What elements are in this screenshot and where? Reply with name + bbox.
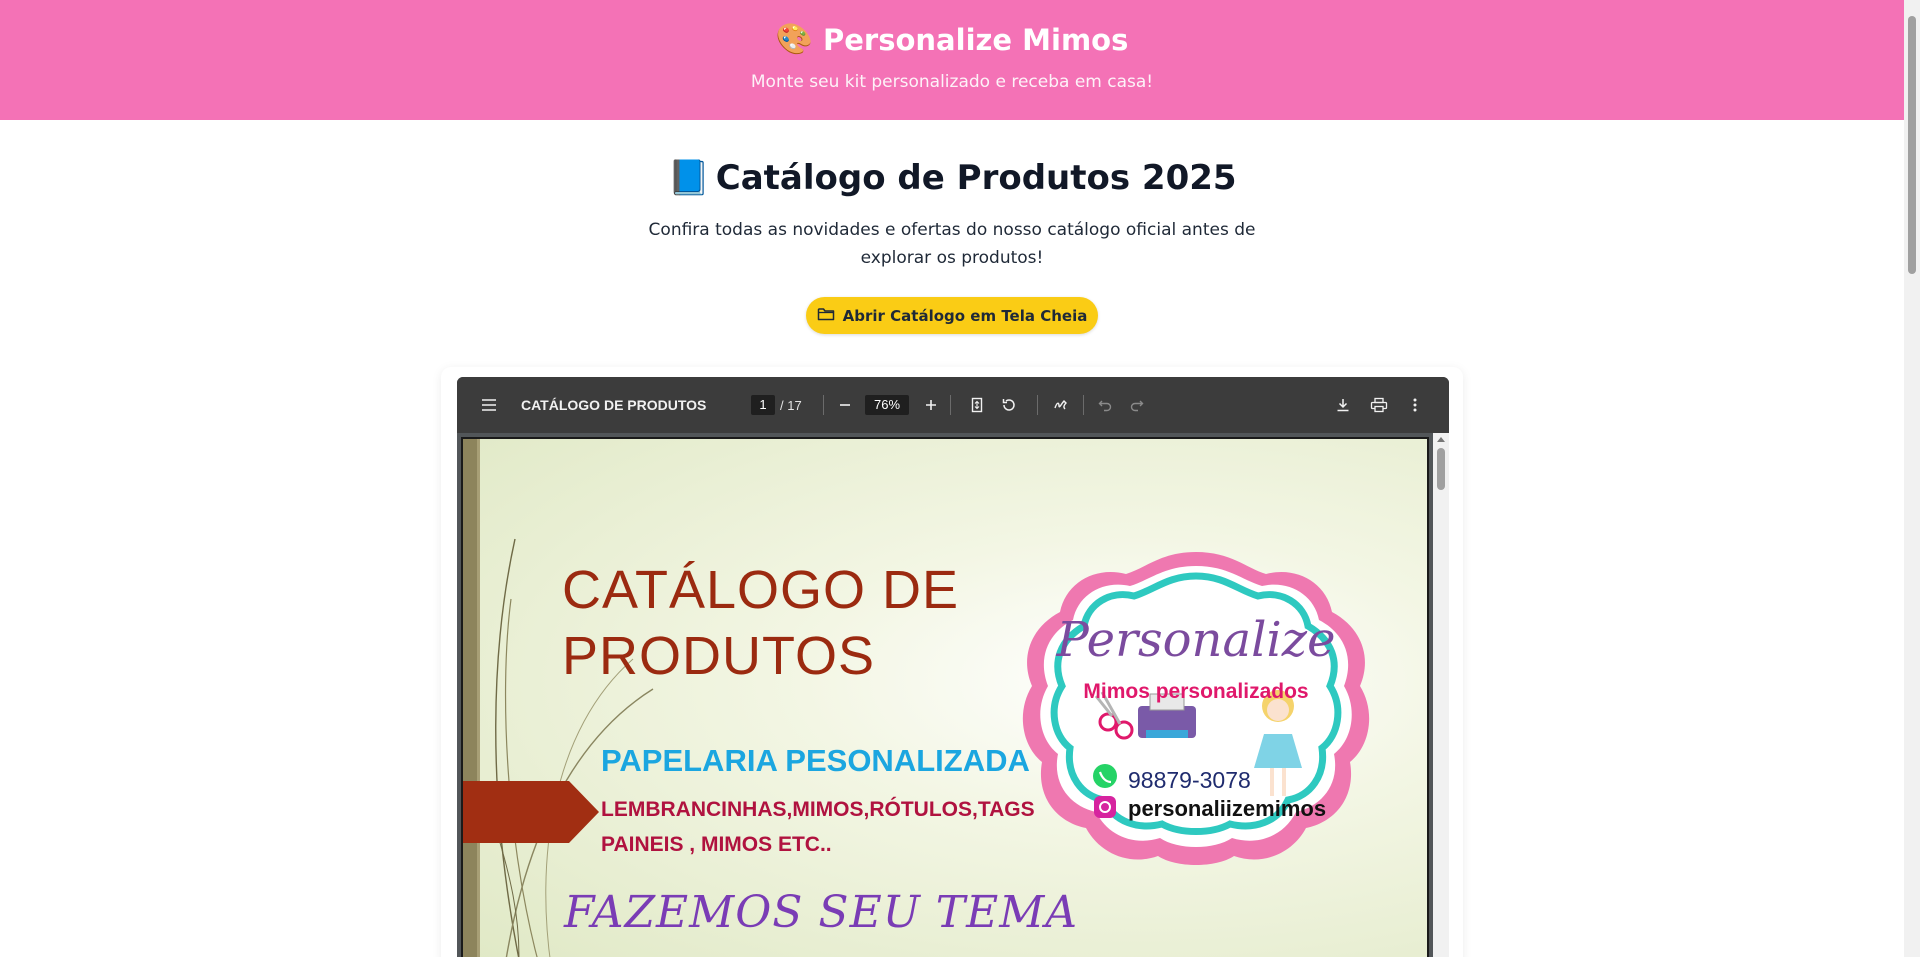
arrow-tag-shape	[463, 781, 599, 843]
zoom-in-icon[interactable]	[917, 391, 945, 419]
pdf-toolbar: CATÁLOGO DE PRODUTOS 1 / 17 76%	[457, 377, 1449, 433]
site-header: 🎨 Personalize Mimos Monte seu kit person…	[0, 0, 1904, 120]
download-icon[interactable]	[1329, 391, 1357, 419]
brand-logo: Personalize Mimos personalizados 98879-3…	[1016, 546, 1376, 868]
brand-name: Personalize Mimos	[823, 22, 1129, 57]
tagline: Monte seu kit personalizado e receba em …	[750, 72, 1154, 92]
menu-icon[interactable]	[475, 391, 503, 419]
scroll-up-arrow-icon[interactable]	[1437, 437, 1445, 442]
toolbar-divider	[823, 395, 824, 415]
logo-phone: 98879-3078	[1128, 767, 1251, 793]
fazemos-text: FAZEMOS SEU TEMA	[564, 887, 1079, 938]
rotate-icon[interactable]	[995, 391, 1023, 419]
toolbar-divider	[1037, 395, 1038, 415]
redo-icon[interactable]	[1123, 391, 1151, 419]
zoom-input[interactable]: 76%	[865, 395, 909, 415]
print-icon[interactable]	[1365, 391, 1393, 419]
papelaria-text: PAPELARIA PESONALIZADA	[601, 743, 1030, 778]
page-number-input[interactable]: 1	[751, 395, 775, 415]
pdf-title: CATÁLOGO DE PRODUTOS	[521, 397, 707, 413]
page-heading: CATÁLOGO DE PRODUTOS	[562, 557, 959, 689]
products-line1: LEMBRANCINHAS,MIMOS,RÓTULOS,TAGS	[601, 798, 1035, 821]
undo-icon[interactable]	[1091, 391, 1119, 419]
logo-subtitle: Mimos personalizados	[1083, 680, 1309, 703]
pdf-page: CATÁLOGO DE PRODUTOS PAPELARIA PESONALIZ…	[461, 437, 1429, 957]
toolbar-divider	[1083, 395, 1084, 415]
decorative-vines	[492, 538, 654, 957]
toolbar-divider	[950, 395, 951, 415]
more-options-icon[interactable]	[1401, 391, 1429, 419]
catalog-title-text: Catálogo de Produtos 2025	[715, 158, 1237, 198]
annotate-icon[interactable]	[1047, 391, 1075, 419]
open-fullscreen-label: Abrir Catálogo em Tela Cheia	[842, 306, 1088, 325]
catalog-title: 📘 Catálogo de Produtos 2025	[0, 158, 1904, 198]
fit-page-icon[interactable]	[963, 391, 991, 419]
zoom-out-icon[interactable]	[831, 391, 859, 419]
brand: 🎨 Personalize Mimos	[0, 22, 1904, 57]
book-icon: 📘	[667, 158, 710, 198]
page-scrollbar-thumb[interactable]	[1908, 16, 1916, 274]
catalog-description: Confira todas as novidades e ofertas do …	[648, 220, 1256, 268]
pdf-scrollbar-thumb[interactable]	[1437, 448, 1445, 490]
page-scrollbar[interactable]	[1904, 0, 1920, 957]
products-line2: PAINEIS , MIMOS ETC..	[601, 833, 832, 856]
open-fullscreen-button[interactable]: Abrir Catálogo em Tela Cheia	[806, 297, 1098, 334]
page-heading-line2: PRODUTOS	[562, 626, 876, 686]
page-heading-line1: CATÁLOGO DE	[562, 560, 960, 620]
pdf-scrollbar[interactable]	[1433, 433, 1449, 957]
pdf-content[interactable]: CATÁLOGO DE PRODUTOS PAPELARIA PESONALIZ…	[457, 433, 1449, 957]
pdf-viewer[interactable]: CATÁLOGO DE PRODUTOS 1 / 17 76% CATÁLOGO…	[457, 377, 1449, 957]
page-total: / 17	[780, 397, 802, 413]
folder-icon	[817, 306, 835, 326]
products-list: LEMBRANCINHAS,MIMOS,RÓTULOS,TAGS PAINEIS…	[601, 792, 1035, 862]
logo-name: Personalize	[1056, 612, 1336, 668]
palette-icon: 🎨	[775, 22, 813, 57]
logo-instagram: personaliizemimos	[1128, 796, 1327, 821]
